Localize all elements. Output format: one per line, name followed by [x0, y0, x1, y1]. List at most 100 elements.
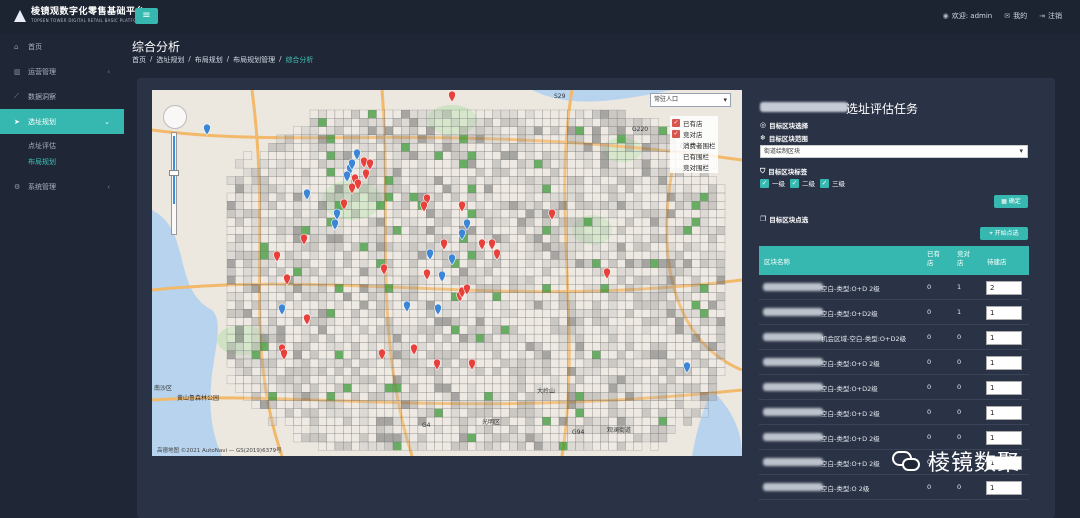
sidebar-subitem-evaluation[interactable]: 点址评估: [0, 138, 124, 154]
grid-cell: [542, 284, 551, 293]
grid-cell: [708, 275, 717, 285]
breadcrumb-item[interactable]: 布局规划: [195, 55, 223, 65]
table-row[interactable]: 空白-类型:O+D 2级 0 0: [759, 350, 1029, 375]
table-row[interactable]: 空白-类型:O+D2级 0 1: [759, 300, 1029, 325]
grid-cell: [475, 425, 485, 434]
grid-cell: [550, 317, 560, 326]
grid-cell: [492, 109, 502, 119]
grid-cell: [343, 400, 352, 409]
grid-cell: [376, 383, 385, 393]
table-row[interactable]: 空白-类型:O+D2级 0 0: [759, 375, 1029, 400]
checkbox-icon[interactable]: ✓: [672, 118, 680, 127]
grid-cell: [318, 217, 327, 227]
map-pan-control[interactable]: [163, 105, 187, 129]
plan-count-input[interactable]: [986, 406, 1022, 420]
plan-count-input[interactable]: [986, 481, 1022, 495]
grid-cell: [509, 367, 518, 376]
confirm-button[interactable]: ▦ 确定: [994, 195, 1028, 208]
mine-link[interactable]: ✉ 我的: [1004, 11, 1027, 21]
grid-cell: [409, 441, 419, 451]
legend-competitor-store[interactable]: ✓ 竞对店: [672, 128, 716, 139]
grid-cell: [450, 176, 460, 185]
breadcrumb-item[interactable]: 首页: [132, 55, 146, 65]
legend-consumer-fence[interactable]: 消费者围栏: [672, 139, 716, 150]
table-row[interactable]: 空白-类型:O 2级 0 0: [759, 475, 1029, 500]
grid-cell: [276, 184, 286, 194]
checkbox-icon[interactable]: ✓: [760, 178, 769, 188]
grid-cell: [592, 300, 601, 310]
sidebar-item-site-planning[interactable]: ➤ 选址规划 ⌄: [0, 109, 124, 134]
legend-own-fence[interactable]: 已有围栏: [672, 150, 716, 161]
legend-competitor-fence[interactable]: 竞对围栏: [672, 161, 716, 172]
start-pick-button[interactable]: ⌖ 开始点选: [980, 227, 1028, 240]
grid-cell: [650, 250, 659, 260]
grid-cell: [409, 408, 419, 418]
logo[interactable]: 棱镜观数字化零售基础平台 TOPSEN TOWER DIGITAL RETAIL…: [14, 8, 145, 23]
grid-cell: [251, 226, 261, 235]
sidebar-item-home[interactable]: ⌂ 首页: [0, 34, 124, 59]
layer-select[interactable]: 常驻人口: [650, 93, 731, 107]
grid-cell: [550, 441, 560, 451]
grid-cell: [343, 275, 352, 285]
plan-count-input[interactable]: [986, 281, 1022, 295]
grid-cell: [675, 184, 684, 194]
plan-count-input[interactable]: [986, 431, 1022, 445]
grid-cell: [625, 167, 634, 177]
grid-cell: [434, 425, 443, 434]
block-range-select[interactable]: 街道绘制区块: [760, 145, 1028, 158]
plan-count-input[interactable]: [986, 356, 1022, 370]
grid-cell: [334, 408, 344, 418]
checkbox-icon[interactable]: ✓: [790, 178, 799, 188]
plan-count-input[interactable]: [986, 381, 1022, 395]
map-canvas[interactable]: 南沙区黄山鲁森林公园光明区观澜街道大岭山S29G220G0422G4G94: [152, 90, 742, 456]
zoom-knob[interactable]: [169, 170, 179, 176]
legend-own-store[interactable]: ✓ 已有店: [672, 117, 716, 128]
grid-cell: [525, 408, 535, 418]
hamburger-icon[interactable]: ≡: [135, 8, 158, 24]
grid-cell: [343, 134, 352, 144]
tag-level-2[interactable]: ✓ 二级: [790, 178, 815, 188]
grid-cell: [226, 267, 236, 277]
map-view[interactable]: 南沙区黄山鲁森林公园光明区观澜街道大岭山S29G220G0422G4G94: [152, 90, 742, 456]
tag-level-3[interactable]: ✓ 三级: [820, 178, 845, 188]
table-row[interactable]: 空白-类型:O+D 2级 0 1: [759, 275, 1029, 300]
table-row[interactable]: 机会区域-空白-类型:O+D2级 0 0: [759, 325, 1029, 350]
sidebar-item-operations[interactable]: ▥ 运营管理 ‹: [0, 59, 124, 84]
grid-cell: [600, 292, 609, 302]
grid-cell: [426, 109, 435, 119]
logout-link[interactable]: ⇥ 注销: [1039, 11, 1062, 21]
grid-cell: [309, 242, 319, 252]
sidebar-item-insight[interactable]: ⟋ 数据洞察: [0, 84, 124, 109]
sidebar-item-system[interactable]: ⚙ 系统管理 ‹: [0, 174, 124, 199]
tag-level-1[interactable]: ✓ 一级: [760, 178, 785, 188]
grid-cell: [284, 259, 294, 268]
breadcrumb-item[interactable]: 选址规划: [156, 55, 184, 65]
grid-cell: [616, 350, 626, 360]
grid-cell: [608, 375, 618, 385]
grid-cell: [301, 284, 311, 293]
grid-cell: [409, 126, 419, 136]
table-row[interactable]: 空白-类型:O+D 2级 0 0: [759, 400, 1029, 425]
checkbox-icon[interactable]: ✓: [672, 129, 680, 138]
plan-count-input[interactable]: [986, 331, 1022, 345]
grid-cell: [376, 109, 385, 119]
grid-cell: [650, 242, 659, 252]
grid-cell: [716, 201, 726, 210]
grid-cell: [500, 226, 510, 235]
grid-cell: [467, 143, 477, 152]
welcome-user[interactable]: ◉ 欢迎: admin: [943, 11, 993, 21]
grid-cell: [359, 383, 369, 393]
grid-cell: [708, 201, 717, 210]
grid-cell: [318, 192, 327, 202]
checkbox-icon[interactable]: ✓: [820, 178, 829, 188]
sidebar-subitem-layout[interactable]: 布局规划: [0, 154, 124, 170]
grid-cell: [616, 433, 626, 443]
grid-cell: [318, 441, 327, 451]
breadcrumb-item[interactable]: 布局规划管理: [233, 55, 275, 65]
grid-cell: [351, 317, 360, 326]
grid-cell: [326, 250, 336, 260]
map-zoom-slider[interactable]: [169, 132, 179, 235]
plan-count-input[interactable]: [986, 306, 1022, 320]
grid-cell: [475, 441, 485, 451]
grid-cell: [542, 333, 551, 343]
